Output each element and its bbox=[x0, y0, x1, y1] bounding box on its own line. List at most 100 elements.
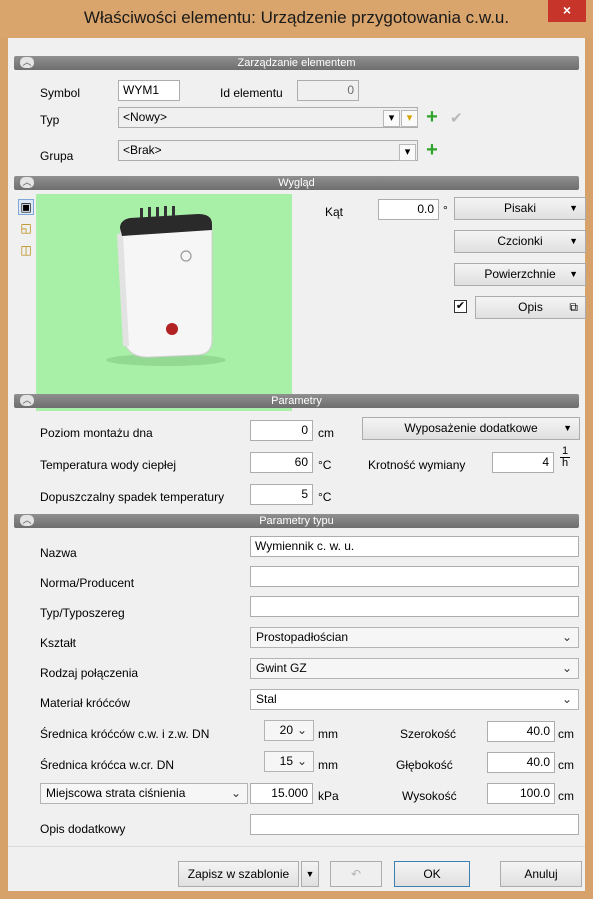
material-select[interactable]: Stal ⌄ bbox=[250, 689, 579, 710]
loss-input[interactable]: 15.000 bbox=[250, 783, 313, 804]
exchange-unit-den: h bbox=[561, 457, 569, 469]
id-input: 0 bbox=[297, 80, 359, 101]
conn-select[interactable]: Gwint GZ ⌄ bbox=[250, 658, 579, 679]
conn-label: Rodzaj połączenia bbox=[40, 666, 139, 680]
collapse-icon[interactable]: ︿ bbox=[20, 177, 34, 188]
group-combo[interactable]: <Brak> bbox=[118, 140, 418, 161]
dropdown-arrow-icon: ▼ bbox=[569, 269, 578, 279]
material-value: Stal bbox=[256, 692, 277, 706]
conn-value: Gwint GZ bbox=[256, 661, 307, 675]
section-params-header[interactable]: ︿ Parametry bbox=[14, 394, 579, 408]
norm-input[interactable] bbox=[250, 566, 579, 587]
surfaces-label: Powierzchnie bbox=[484, 267, 556, 281]
save-template-button[interactable]: Zapisz w szablonie bbox=[178, 861, 299, 887]
collapse-icon[interactable]: ︿ bbox=[20, 395, 34, 406]
dropdown-arrow-icon: ▼ bbox=[563, 423, 572, 433]
temp-drop-unit: °C bbox=[318, 490, 332, 504]
loss-unit: kPa bbox=[318, 789, 339, 803]
extra-input[interactable] bbox=[250, 814, 579, 835]
undo-button[interactable]: ↶ bbox=[330, 861, 382, 887]
window-title: Właściwości elementu: Urządzenie przygot… bbox=[83, 8, 510, 27]
exchange-input[interactable]: 4 bbox=[492, 452, 554, 473]
add-group-icon[interactable]: + bbox=[423, 140, 441, 160]
angle-input[interactable]: 0.0 bbox=[378, 199, 439, 220]
depth-input[interactable]: 40.0 bbox=[487, 752, 555, 773]
section-appearance-header[interactable]: ︿ Wygląd bbox=[14, 176, 579, 190]
description-label: Opis bbox=[518, 300, 543, 314]
section-element-header[interactable]: ︿ Zarządzanie elementem bbox=[14, 56, 579, 70]
dn-circ-value: 15 bbox=[279, 754, 293, 768]
collapse-icon[interactable]: ︿ bbox=[20, 515, 34, 526]
height-label: Wysokość bbox=[402, 789, 457, 803]
hot-temp-unit: °C bbox=[318, 458, 332, 472]
type-save-icon[interactable]: ▾ bbox=[401, 110, 418, 127]
dn-select[interactable]: 20 ⌄ bbox=[264, 720, 314, 741]
ok-button[interactable]: OK bbox=[394, 861, 470, 887]
series-input[interactable] bbox=[250, 596, 579, 617]
water-heater-illustration bbox=[106, 206, 226, 366]
dn-unit: mm bbox=[318, 727, 338, 741]
temp-drop-label: Dopuszczalny spadek temperatury bbox=[40, 490, 225, 504]
name-input[interactable]: Wymiennik c. w. u. bbox=[250, 536, 579, 557]
type-load-icon[interactable]: ▾ bbox=[383, 110, 400, 127]
type-combo[interactable]: <Nowy> bbox=[118, 107, 418, 128]
dn-circ-label: Średnica króćca w.cr. DN bbox=[40, 758, 175, 772]
section-title: Zarządzanie elementem bbox=[237, 57, 356, 69]
close-button[interactable]: × bbox=[548, 0, 586, 22]
bottom-level-unit: cm bbox=[318, 426, 334, 440]
exchange-label: Krotność wymiany bbox=[368, 458, 466, 472]
pens-button[interactable]: Pisaki ▼ bbox=[454, 197, 586, 220]
height-input[interactable]: 100.0 bbox=[487, 783, 555, 804]
save-template-dropdown[interactable]: ▼ bbox=[301, 861, 319, 887]
plan-view-icon[interactable]: ◱ bbox=[18, 221, 34, 237]
section-type-params-header[interactable]: ︿ Parametry typu bbox=[14, 514, 579, 528]
chevron-down-icon: ⌄ bbox=[561, 692, 572, 706]
description-button[interactable]: Opis ⧉ bbox=[475, 296, 586, 319]
angle-label: Kąt bbox=[325, 205, 344, 219]
surfaces-button[interactable]: Powierzchnie ▼ bbox=[454, 263, 586, 286]
symbol-input[interactable]: WYM1 bbox=[118, 80, 180, 101]
depth-label: Głębokość bbox=[396, 758, 453, 772]
cancel-button[interactable]: Anuluj bbox=[500, 861, 582, 887]
pens-label: Pisaki bbox=[503, 201, 536, 215]
dropdown-arrow-icon: ▼ bbox=[569, 236, 578, 246]
depth-unit: cm bbox=[558, 758, 574, 772]
camera-view-icon[interactable]: ▣ bbox=[18, 199, 34, 215]
section-title: Parametry bbox=[271, 395, 322, 407]
section-title: Parametry typu bbox=[259, 515, 334, 527]
description-checkbox[interactable]: ✔ bbox=[454, 300, 467, 313]
open-icon: ⧉ bbox=[569, 300, 578, 314]
section-title: Wygląd bbox=[278, 177, 315, 189]
chevron-down-icon: ⌄ bbox=[296, 754, 307, 768]
fonts-button[interactable]: Czcionki ▼ bbox=[454, 230, 586, 253]
series-label: Typ/Typoszereg bbox=[40, 606, 125, 620]
shape-label: Kształt bbox=[40, 636, 77, 650]
loss-select-value: Miejscowa strata ciśnienia bbox=[46, 786, 186, 800]
chevron-down-icon: ⌄ bbox=[296, 723, 307, 737]
name-label: Nazwa bbox=[40, 546, 77, 560]
accessories-button[interactable]: Wyposażenie dodatkowe ▼ bbox=[362, 417, 580, 440]
material-label: Materiał króćców bbox=[40, 696, 131, 710]
temp-drop-input[interactable]: 5 bbox=[250, 484, 313, 505]
hot-temp-input[interactable]: 60 bbox=[250, 452, 313, 473]
bottom-level-input[interactable]: 0 bbox=[250, 420, 313, 441]
dn-circ-select[interactable]: 15 ⌄ bbox=[264, 751, 314, 772]
group-load-icon[interactable]: ▾ bbox=[399, 144, 416, 161]
angle-unit: ° bbox=[443, 203, 448, 217]
element-preview bbox=[36, 194, 292, 411]
loss-select[interactable]: Miejscowa strata ciśnienia ⌄ bbox=[40, 783, 248, 804]
3d-view-icon[interactable]: ◫ bbox=[18, 243, 34, 259]
title-bar[interactable]: Właściwości elementu: Urządzenie przygot… bbox=[0, 0, 593, 38]
dn-circ-unit: mm bbox=[318, 758, 338, 772]
bottom-level-label: Poziom montażu dna bbox=[40, 426, 153, 440]
shape-value: Prostopadłościan bbox=[256, 630, 349, 644]
dn-value: 20 bbox=[279, 723, 293, 737]
collapse-icon[interactable]: ︿ bbox=[20, 57, 34, 68]
width-input[interactable]: 40.0 bbox=[487, 721, 555, 742]
accessories-label: Wyposażenie dodatkowe bbox=[404, 421, 538, 435]
height-unit: cm bbox=[558, 789, 574, 803]
shape-select[interactable]: Prostopadłościan ⌄ bbox=[250, 627, 579, 648]
hot-temp-label: Temperatura wody ciepłej bbox=[40, 458, 177, 472]
symbol-label: Symbol bbox=[40, 86, 81, 100]
add-type-icon[interactable]: + bbox=[423, 107, 441, 127]
